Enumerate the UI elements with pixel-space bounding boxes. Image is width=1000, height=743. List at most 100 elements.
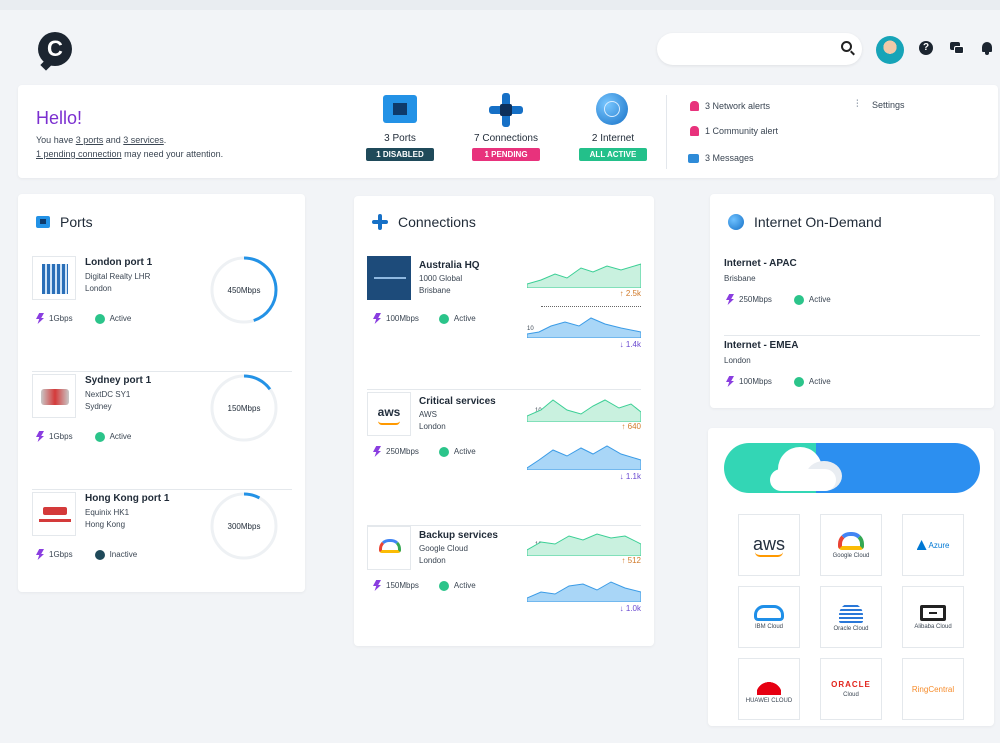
status-dot <box>793 376 804 387</box>
cloud-icon <box>770 447 844 491</box>
huawei-cloud-tile[interactable]: HUAWEI CLOUD <box>738 658 800 720</box>
upload-sparkline <box>527 399 641 422</box>
upload-rate: ↑ 640 <box>621 422 641 431</box>
ports-title: Ports <box>60 214 93 230</box>
azure-tile[interactable]: Azure <box>902 514 964 576</box>
internet-row[interactable]: Internet - EMEA London 100Mbps Active <box>724 336 980 418</box>
message-icon <box>688 153 699 163</box>
bell-icon <box>690 101 699 111</box>
port-row[interactable]: Sydney port 1 NextDC SY1 Sydney 1Gbps Act… <box>32 372 292 490</box>
datacenter-logo <box>32 374 76 418</box>
google-cloud-tile[interactable]: Google Cloud <box>820 514 882 576</box>
usage-ring: 450Mbps <box>210 256 278 324</box>
upload-sparkline <box>527 533 641 556</box>
greeting-title: Hello! <box>36 108 83 128</box>
svg-text:150Mbps: 150Mbps <box>228 404 261 413</box>
top-strip <box>0 0 1000 10</box>
connections-title: Connections <box>398 214 476 230</box>
internet-panel: Internet On-Demand Internet - APAC Brisb… <box>710 194 994 408</box>
app-logo[interactable]: C <box>38 32 72 66</box>
messages-link[interactable]: 3 Messages <box>688 153 754 163</box>
download-sparkline <box>527 445 641 470</box>
connection-row[interactable]: Backup services Google Cloud London 150M… <box>367 526 641 660</box>
settings-link[interactable]: ⫶ Settings <box>856 99 905 111</box>
ringcentral-tile[interactable]: RingCentral <box>902 658 964 720</box>
connection-icon <box>372 214 388 230</box>
search-input[interactable] <box>657 33 862 65</box>
datacenter-logo <box>32 256 76 300</box>
connection-name: Critical services <box>419 396 496 407</box>
stat-internet[interactable]: 2 Internet ALL ACTIVE <box>563 93 663 162</box>
ports-panel: Ports London port 1 Digital Realty LHR L… <box>18 194 305 592</box>
internet-name: Internet - EMEA <box>724 340 799 351</box>
ibm-cloud-tile[interactable]: IBM Cloud <box>738 586 800 648</box>
connection-row[interactable]: Australia HQ 1000 Global Brisbane 100Mbp… <box>367 256 641 390</box>
sliders-icon: ⫶ <box>856 99 859 110</box>
cloud-toggle[interactable] <box>724 443 980 493</box>
svg-text:450Mbps: 450Mbps <box>228 286 261 295</box>
messages-icon[interactable] <box>950 41 964 55</box>
community-alert-link[interactable]: 1 Community alert <box>690 126 778 136</box>
download-rate: ↓ 1.0k <box>619 604 641 613</box>
divider <box>541 306 641 307</box>
summary-line: You have 3 ports and 3 services. <box>36 135 167 145</box>
status-dot <box>438 580 449 591</box>
notifications-icon[interactable] <box>980 41 994 55</box>
datacenter-logo <box>32 492 76 536</box>
help-icon[interactable]: ? <box>919 41 933 55</box>
ports-link[interactable]: 3 ports <box>76 135 104 145</box>
stat-connections[interactable]: 7 Connections 1 PENDING <box>456 93 556 162</box>
oracle-cloud-icon <box>839 602 863 623</box>
port-icon <box>383 95 417 125</box>
globe-icon <box>596 93 630 125</box>
pending-connection-link[interactable]: 1 pending connection <box>36 149 122 159</box>
status-dot <box>94 549 105 560</box>
alibaba-cloud-icon <box>920 604 946 621</box>
download-rate: ↓ 1.4k <box>619 340 641 349</box>
upload-sparkline <box>527 263 641 288</box>
search-icon[interactable] <box>841 41 852 52</box>
oracle-tile[interactable]: ORACLE Cloud <box>820 658 882 720</box>
port-row[interactable]: London port 1 Digital Realty LHR London … <box>32 254 292 372</box>
port-name: Sydney port 1 <box>85 375 152 386</box>
connection-icon <box>489 93 523 127</box>
google-cloud-icon <box>838 531 864 550</box>
internet-name: Internet - APAC <box>724 258 797 269</box>
network-alerts-link[interactable]: 3 Network alerts <box>690 101 770 111</box>
aws-tile[interactable]: aws <box>738 514 800 576</box>
divider <box>666 95 667 169</box>
oracle-cloud-tile[interactable]: Oracle Cloud <box>820 586 882 648</box>
huawei-icon <box>757 674 781 695</box>
azure-icon <box>916 540 927 550</box>
download-rate: ↓ 1.1k <box>619 472 641 481</box>
alibaba-cloud-tile[interactable]: Alibaba Cloud <box>902 586 964 648</box>
internet-row[interactable]: Internet - APAC Brisbane 250Mbps Active <box>724 254 980 336</box>
usage-ring: 300Mbps <box>210 492 278 560</box>
stat-ports[interactable]: 3 Ports 1 DISABLED <box>350 95 450 162</box>
status-dot <box>438 446 449 457</box>
upload-rate: ↑ 2.5k <box>619 289 641 298</box>
oracle-icon: ORACLE <box>831 680 871 689</box>
connections-panel: Connections Australia HQ 1000 Global Bri… <box>354 196 654 646</box>
port-icon <box>36 216 50 228</box>
upload-rate: ↑ 512 <box>621 556 641 565</box>
avatar[interactable] <box>876 36 904 64</box>
connection-row[interactable]: aws Critical services AWS London 250Mbps… <box>367 392 641 526</box>
usage-ring: 150Mbps <box>210 374 278 442</box>
provider-logo <box>367 256 411 300</box>
svg-text:300Mbps: 300Mbps <box>228 522 261 531</box>
provider-logo: aws <box>367 392 411 436</box>
speed-icon <box>373 580 381 591</box>
bell-icon <box>690 126 699 136</box>
download-sparkline <box>527 581 641 602</box>
speed-icon <box>726 294 734 305</box>
status-dot <box>94 313 105 324</box>
internet-title: Internet On-Demand <box>754 214 882 230</box>
connection-name: Backup services <box>419 530 498 541</box>
services-link[interactable]: 3 services <box>123 135 164 145</box>
cloud-provider-grid: aws Google Cloud Azure IBM Cloud Oracle … <box>738 514 968 720</box>
ibm-cloud-icon <box>754 604 784 621</box>
port-row[interactable]: Hong Kong port 1 Equinix HK1 Hong Kong 1… <box>32 490 292 608</box>
speed-icon <box>36 313 44 324</box>
speed-icon <box>373 446 381 457</box>
